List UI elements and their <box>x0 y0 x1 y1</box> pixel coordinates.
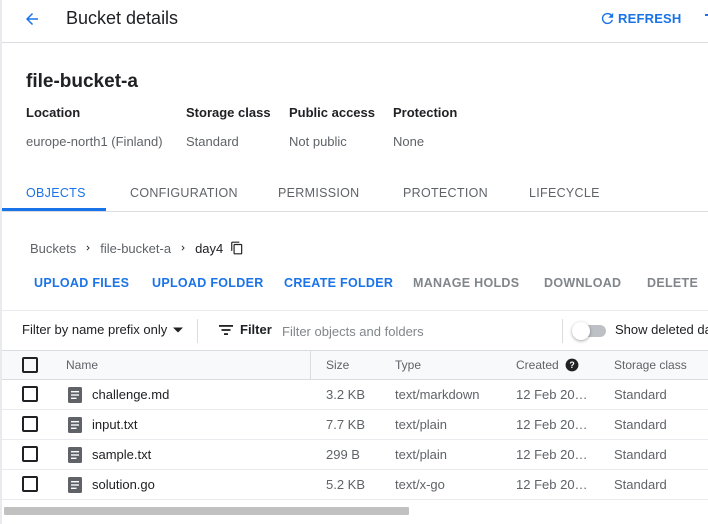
file-name-link[interactable]: input.txt <box>92 410 138 439</box>
chevron-right-icon <box>83 243 93 253</box>
filter-button[interactable]: Filter <box>219 322 272 337</box>
help-icon[interactable]: ? <box>565 358 579 372</box>
upload-files-button[interactable]: UPLOAD FILES <box>34 276 129 290</box>
tab-protection[interactable]: PROTECTION <box>403 174 488 211</box>
info-label: Storage class <box>186 105 271 120</box>
filter-bar: Filter by name prefix only Filter Show d… <box>2 310 708 350</box>
row-checkbox[interactable] <box>22 386 38 402</box>
info-value: europe-north1 (Finland) <box>26 134 163 149</box>
column-header-created[interactable]: Created ? <box>516 351 579 379</box>
horizontal-scrollbar[interactable] <box>2 503 708 524</box>
document-icon <box>68 447 82 463</box>
file-size: 3.2 KB <box>326 387 366 402</box>
row-checkbox[interactable] <box>22 416 38 432</box>
filter-prefix-dropdown[interactable]: Filter by name prefix only <box>22 322 184 337</box>
upload-folder-button[interactable]: UPLOAD FOLDER <box>152 276 264 290</box>
file-name-link[interactable]: solution.go <box>92 470 155 499</box>
divider <box>562 319 563 343</box>
info-value: Not public <box>289 134 347 149</box>
scrollbar-thumb[interactable] <box>4 507 409 515</box>
file-name-link[interactable]: challenge.md <box>92 380 169 409</box>
tab-bar: OBJECTS CONFIGURATION PERMISSION PROTECT… <box>2 174 708 212</box>
breadcrumb-current-folder: day4 <box>195 240 224 256</box>
back-button[interactable] <box>20 7 44 31</box>
filter-list-icon <box>219 324 233 335</box>
file-size: 7.7 KB <box>326 417 366 432</box>
active-tab-indicator <box>2 208 106 211</box>
filter-prefix-label: Filter by name prefix only <box>22 322 168 337</box>
info-storage-class: Storage class Standard <box>186 105 271 150</box>
refresh-label: REFRESH <box>618 11 682 26</box>
file-name-link[interactable]: sample.txt <box>92 440 151 469</box>
info-value: None <box>393 134 425 149</box>
file-created: 12 Feb 20… <box>516 417 588 432</box>
file-size: 5.2 KB <box>326 477 366 492</box>
arrow-back-icon <box>26 13 38 25</box>
copy-icon[interactable] <box>230 241 244 255</box>
divider <box>197 319 198 343</box>
document-icon <box>68 387 82 403</box>
column-divider <box>310 351 311 379</box>
file-created: 12 Feb 20… <box>516 447 588 462</box>
caret-down-icon <box>173 327 184 332</box>
file-size: 299 B <box>326 447 360 462</box>
file-storage-class: Standard <box>614 477 667 492</box>
objects-table: Name Size Type Created ? Storage class c… <box>2 350 708 500</box>
created-header-label: Created <box>516 358 559 372</box>
table-row[interactable]: challenge.md 3.2 KB text/markdown 12 Feb… <box>2 380 708 410</box>
column-header-name[interactable]: Name <box>66 351 98 379</box>
file-storage-class: Standard <box>614 417 667 432</box>
row-checkbox[interactable] <box>22 446 38 462</box>
manage-holds-button[interactable]: MANAGE HOLDS <box>413 276 519 290</box>
svg-text:?: ? <box>569 360 574 370</box>
table-row[interactable]: sample.txt 299 B text/plain 12 Feb 20… S… <box>2 440 708 470</box>
column-header-size[interactable]: Size <box>326 351 349 379</box>
file-created: 12 Feb 20… <box>516 477 588 492</box>
tab-permission[interactable]: PERMISSION <box>278 174 360 211</box>
chevron-right-icon <box>178 243 188 253</box>
file-type: text/markdown <box>395 387 480 402</box>
info-label: Protection <box>393 105 458 120</box>
file-created: 12 Feb 20… <box>516 387 588 402</box>
info-public-access: Public access Not public <box>289 105 375 150</box>
file-type: text/plain <box>395 417 448 432</box>
tab-configuration[interactable]: CONFIGURATION <box>130 174 238 211</box>
column-header-storage-class[interactable]: Storage class <box>614 351 687 379</box>
page-title: Bucket details <box>66 8 179 28</box>
document-icon <box>68 477 82 493</box>
breadcrumb-buckets[interactable]: Buckets <box>30 241 76 256</box>
info-value: Standard <box>186 134 239 149</box>
breadcrumb-bucket[interactable]: file-bucket-a <box>100 241 171 256</box>
select-all-checkbox[interactable] <box>22 357 38 373</box>
show-deleted-label: Show deleted da <box>615 322 708 337</box>
table-row[interactable]: solution.go 5.2 KB text/x-go 12 Feb 20… … <box>2 470 708 500</box>
document-icon <box>68 417 82 433</box>
download-button[interactable]: DOWNLOAD <box>544 276 621 290</box>
info-protection: Protection None <box>393 105 457 150</box>
row-checkbox[interactable] <box>22 476 38 492</box>
filter-input[interactable] <box>282 320 552 342</box>
table-row[interactable]: input.txt 7.7 KB text/plain 12 Feb 20… S… <box>2 410 708 440</box>
file-type: text/x-go <box>395 477 445 492</box>
page-header: Bucket details REFRESH <box>2 0 708 43</box>
toggle-knob <box>572 322 590 340</box>
column-header-type[interactable]: Type <box>395 351 421 379</box>
info-location: Location europe-north1 (Finland) <box>26 105 163 150</box>
show-deleted-toggle[interactable] <box>572 322 608 340</box>
create-folder-button[interactable]: CREATE FOLDER <box>284 276 393 290</box>
file-storage-class: Standard <box>614 387 667 402</box>
refresh-icon <box>601 12 614 25</box>
delete-button[interactable]: DELETE <box>647 276 698 290</box>
tab-lifecycle[interactable]: LIFECYCLE <box>529 174 600 211</box>
info-label: Location <box>26 105 81 120</box>
table-header: Name Size Type Created ? Storage class <box>2 350 708 380</box>
refresh-button[interactable]: REFRESH <box>599 10 682 27</box>
tab-objects[interactable]: OBJECTS <box>26 174 86 211</box>
filter-label: Filter <box>240 322 272 337</box>
info-label: Public access <box>289 105 375 120</box>
file-type: text/plain <box>395 447 448 462</box>
file-storage-class: Standard <box>614 447 667 462</box>
bucket-name: file-bucket-a <box>26 71 138 92</box>
breadcrumb: Buckets file-bucket-a day4 <box>30 238 244 258</box>
